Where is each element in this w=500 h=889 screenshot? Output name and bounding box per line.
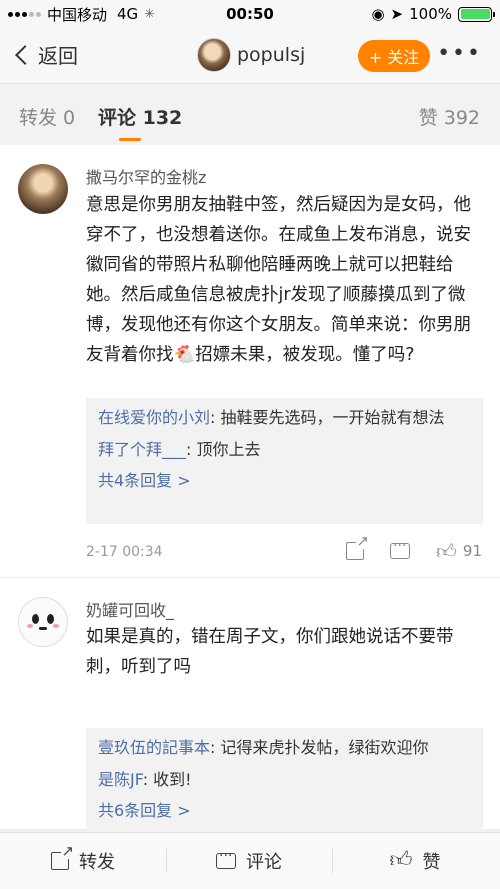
thumbs-up-icon: 👍︎ — [436, 539, 457, 563]
like-button[interactable]: 👍︎ 91 — [436, 541, 482, 561]
tab-bar: 转发 0 评论 132 赞 392 — [0, 85, 500, 145]
nav-bar: 返回 populsj + 关注 ••• — [0, 28, 500, 84]
cartoon-face-icon — [27, 610, 59, 634]
signal-strength-icon — [8, 11, 41, 17]
comment-username[interactable]: 撒马尔罕的金桃z — [86, 164, 206, 188]
reply-item: 拜了个拜___: 顶你上去 — [98, 436, 471, 464]
comment-username[interactable]: 奶罐可回收_ — [86, 597, 174, 621]
nav-username: populsj — [237, 44, 306, 66]
bottom-comment-label: 评论 — [246, 852, 282, 873]
comment-icon — [390, 538, 410, 559]
reply-username[interactable]: 在线爱你的小刘 — [98, 408, 210, 427]
status-left: 中国移动 4G ✳ — [0, 4, 200, 25]
more-replies-link[interactable]: 共4条回复 > — [98, 468, 471, 494]
network-type: 4G — [117, 5, 139, 23]
bottom-repost-label: 转发 — [79, 852, 115, 873]
share-icon — [51, 844, 74, 870]
reply-item: 在线爱你的小刘: 抽鞋要先选码，一开始就有想法 — [98, 404, 471, 432]
bottom-action-bar: 转发 评论 👍︎ 赞 — [0, 832, 500, 889]
battery-icon — [458, 6, 495, 22]
more-menu-button[interactable]: ••• — [437, 42, 482, 66]
comment-list: 撒马尔罕的金桃z 意思是你男朋友抽鞋中签，然后疑因为是女码，他穿不了，也没想着送… — [0, 145, 500, 856]
reply-username[interactable]: 壹玖伍的記事本 — [98, 738, 210, 757]
reply-text: : 抽鞋要先选码，一开始就有想法 — [210, 408, 445, 427]
location-icon: ➤ — [390, 5, 404, 23]
comment-text: 意思是你男朋友抽鞋中签，然后疑因为是女码，他穿不了，也没想着送你。在咸鱼上发布消… — [86, 195, 471, 365]
reply-button[interactable] — [390, 538, 410, 559]
bottom-like-label: 赞 — [422, 852, 441, 873]
repost-button[interactable] — [346, 534, 369, 560]
share-icon — [346, 534, 369, 560]
reply-text: : 记得来虎扑发帖，绿街欢迎你 — [210, 738, 429, 757]
tab-comments[interactable]: 评论 132 — [98, 103, 182, 130]
rotation-lock-icon: ◉ — [371, 5, 385, 23]
comment-icon — [216, 848, 236, 869]
tab-repost[interactable]: 转发 0 — [19, 103, 75, 130]
comment-item: 撒马尔罕的金桃z 意思是你男朋友抽鞋中签，然后疑因为是女码，他穿不了，也没想着送… — [0, 145, 500, 578]
back-button[interactable]: 返回 — [12, 40, 78, 69]
comment-item: 奶罐可回收_ 如果是真的，错在周子文，你们跟她说话不要带刺，听到了吗 壹玖伍的記… — [0, 578, 500, 856]
thumbs-up-icon: 👍︎ — [389, 848, 413, 873]
battery-percent: 100% — [409, 5, 452, 23]
reply-item: 壹玖伍的記事本: 记得来虎扑发帖，绿街欢迎你 — [98, 734, 471, 762]
status-bar: 中国移动 4G ✳ 00:50 ◉ ➤ 100% — [0, 0, 500, 28]
like-count: 91 — [462, 542, 482, 560]
more-replies-link[interactable]: 共6条回复 > — [98, 798, 471, 824]
bottom-like-button[interactable]: 👍︎ 赞 — [332, 833, 498, 889]
reply-box[interactable]: 在线爱你的小刘: 抽鞋要先选码，一开始就有想法 拜了个拜___: 顶你上去 共4… — [86, 398, 483, 524]
avatar[interactable] — [18, 597, 68, 647]
tab-likes[interactable]: 赞 392 — [419, 103, 480, 130]
bottom-comment-button[interactable]: 评论 — [166, 833, 332, 889]
status-right: ◉ ➤ 100% — [300, 5, 500, 23]
reply-text: : 顶你上去 — [186, 440, 261, 459]
reply-username[interactable]: 拜了个拜___ — [98, 440, 186, 459]
comment-actions: 👍︎ 91 — [346, 534, 482, 561]
reply-username[interactable]: 是陈JF — [98, 770, 143, 789]
activity-spinner-icon: ✳ — [144, 6, 156, 22]
comment-text: 如果是真的，错在周子文，你们跟她说话不要带刺，听到了吗 — [86, 627, 454, 677]
avatar[interactable] — [18, 164, 68, 214]
comment-timestamp: 2-17 00:34 — [86, 544, 163, 560]
status-time: 00:50 — [226, 5, 274, 23]
bottom-repost-button[interactable]: 转发 — [0, 833, 166, 889]
back-label: 返回 — [38, 44, 78, 68]
follow-button[interactable]: + 关注 — [358, 40, 430, 72]
carrier-name: 中国移动 — [47, 5, 108, 24]
chevron-left-icon — [15, 44, 35, 65]
avatar — [197, 38, 231, 72]
active-tab-indicator — [119, 138, 141, 141]
reply-text: : 收到! — [142, 770, 192, 789]
nav-user[interactable]: populsj — [197, 38, 305, 72]
reply-item: 是陈JF: 收到! — [98, 766, 471, 794]
